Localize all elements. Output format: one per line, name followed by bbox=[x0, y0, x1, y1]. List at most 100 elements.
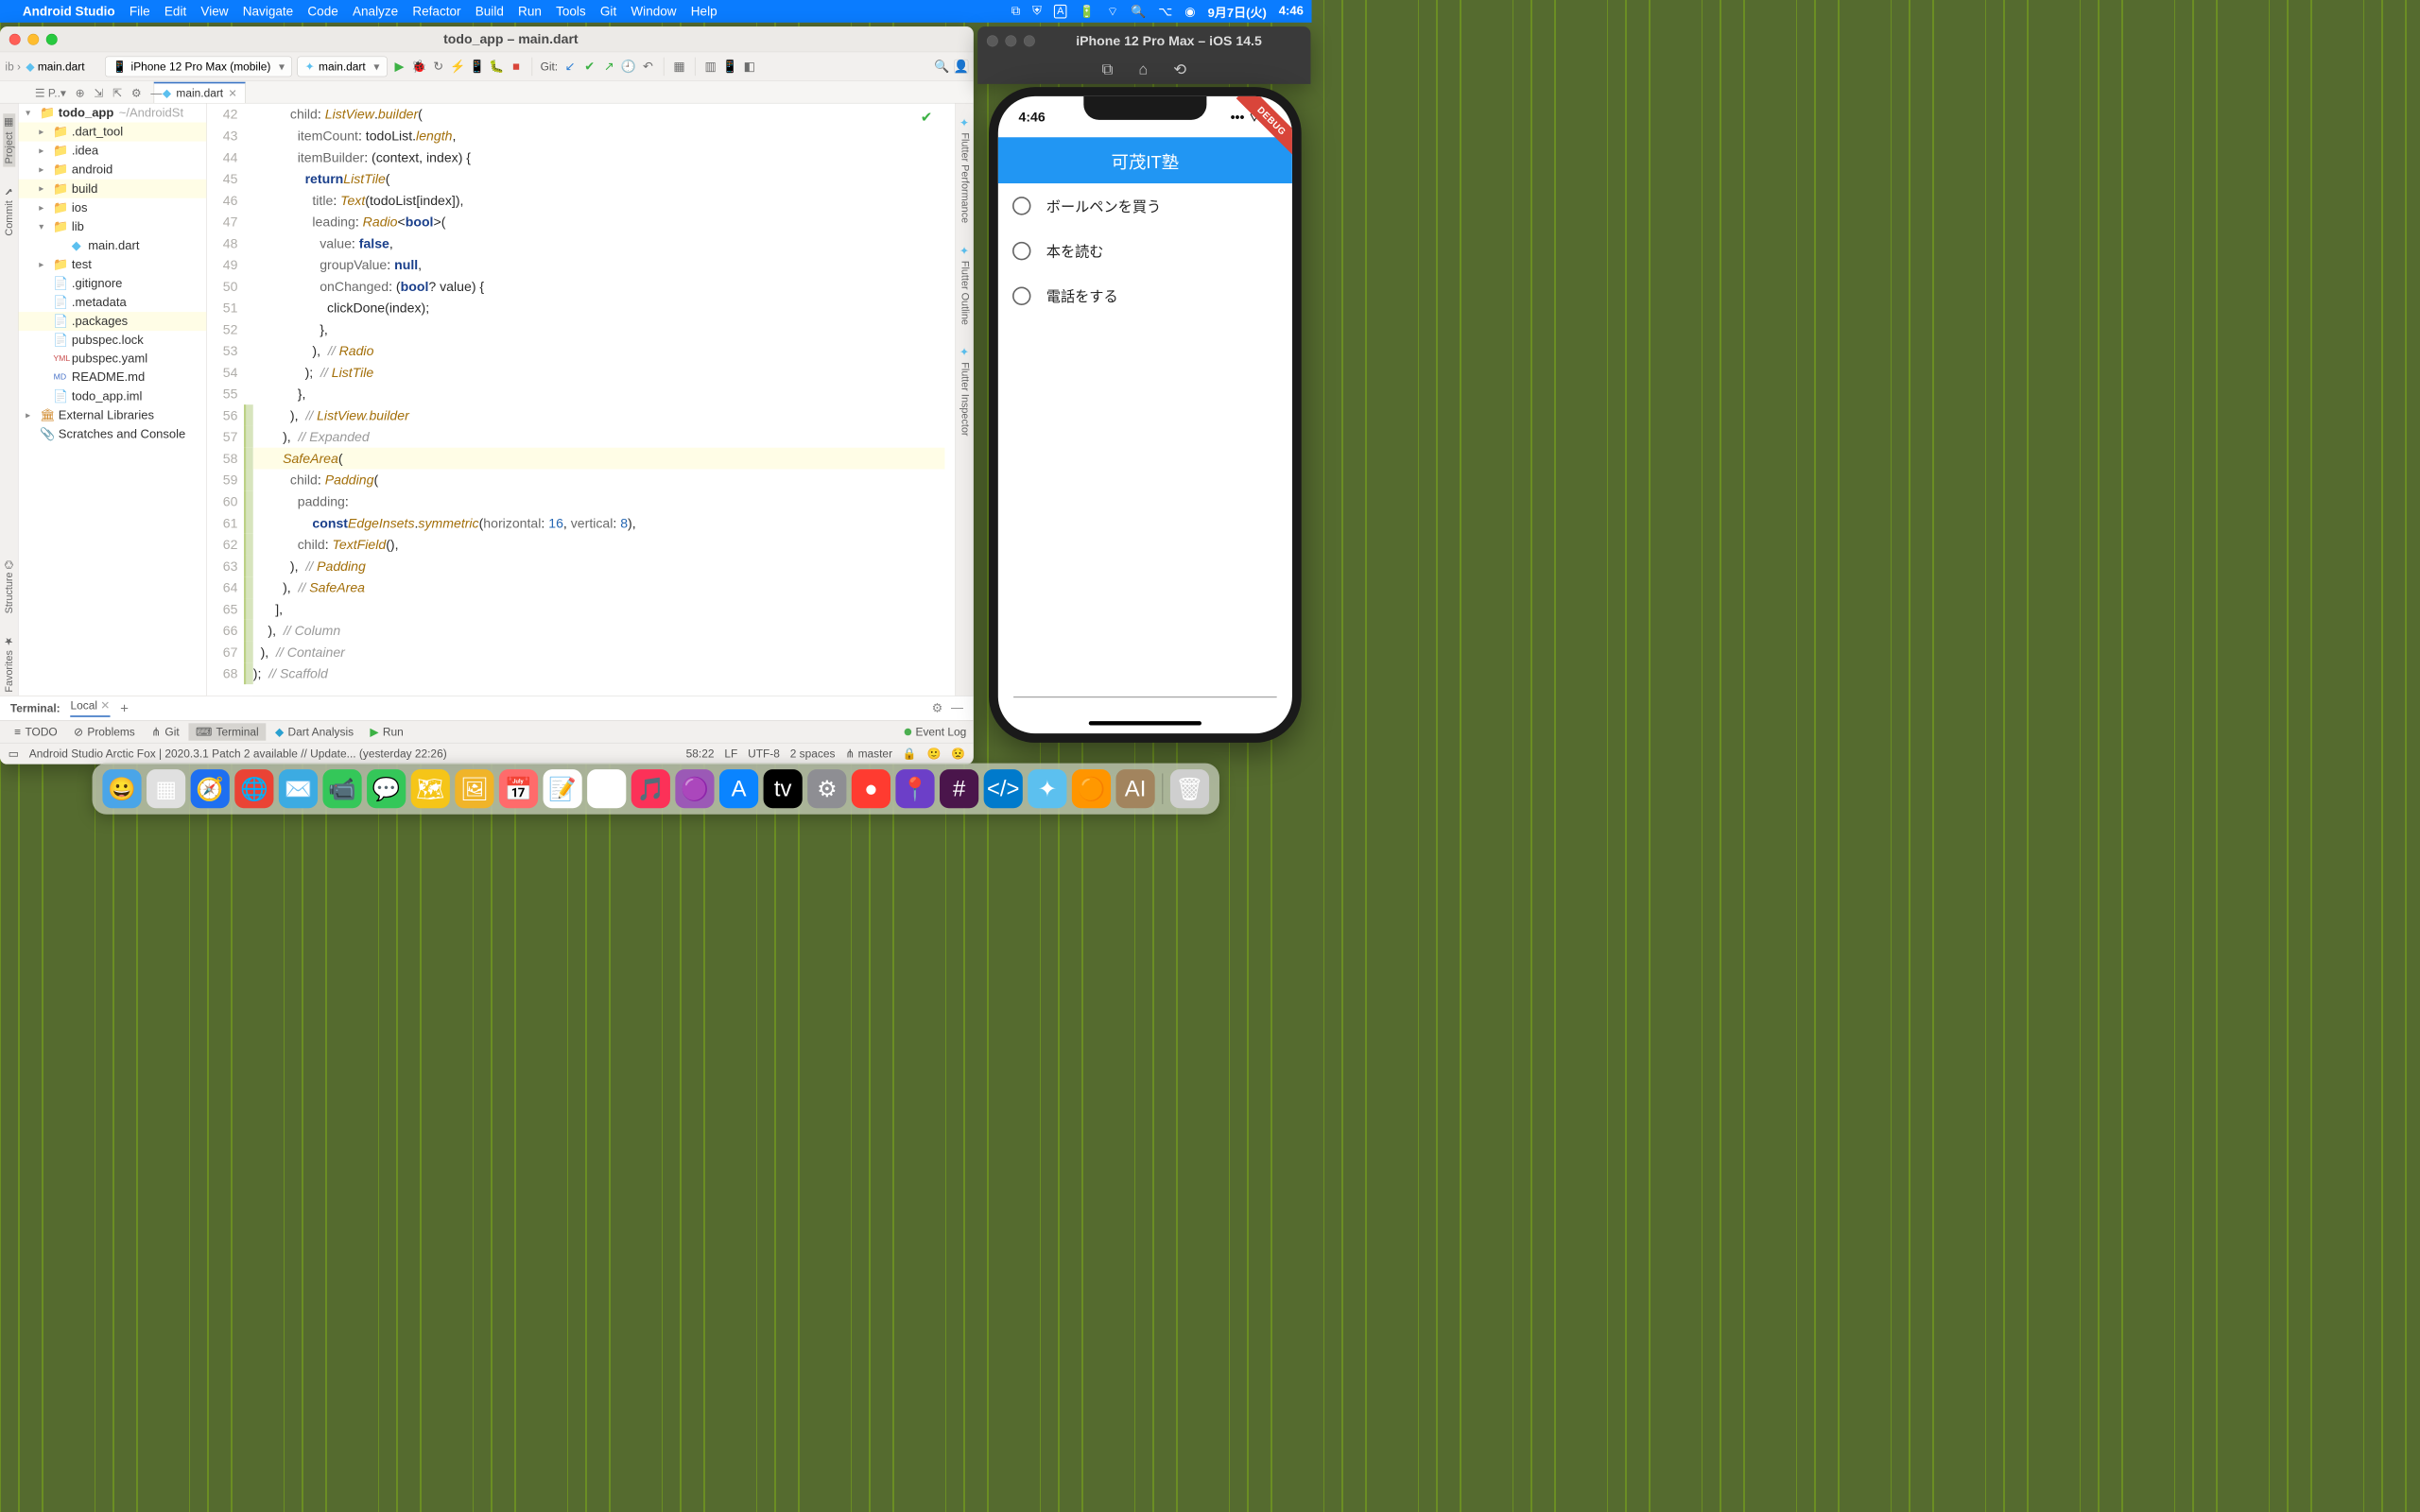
close-tab-icon[interactable]: ✕ bbox=[229, 87, 237, 100]
dock-app-4[interactable]: ✉️ bbox=[279, 769, 318, 808]
dock-app-9[interactable]: 📅 bbox=[499, 769, 538, 808]
dock-app-10[interactable]: 📝 bbox=[544, 769, 582, 808]
dock-app-8[interactable]: 🖼 bbox=[455, 769, 493, 808]
sim-minimize-button[interactable] bbox=[1005, 35, 1016, 46]
menu-view[interactable]: View bbox=[200, 4, 228, 19]
git-push-button[interactable]: ↗ bbox=[602, 60, 616, 74]
lock-icon[interactable]: 🔒 bbox=[903, 747, 917, 761]
shield-icon[interactable]: ⛨ bbox=[1032, 4, 1042, 18]
hot-reload-button[interactable]: ⚡ bbox=[451, 60, 465, 74]
emoji-happy-icon[interactable]: 🙂 bbox=[927, 747, 942, 761]
dock-app-5[interactable]: 📹 bbox=[322, 769, 361, 808]
project-tree[interactable]: ▾📁 todo_app ~/AndroidSt ▸📁.dart_tool▸📁.i… bbox=[19, 103, 207, 696]
file-encoding[interactable]: UTF-8 bbox=[748, 747, 780, 761]
dock-app-7[interactable]: 🗺 bbox=[411, 769, 450, 808]
tree-node--idea[interactable]: ▸📁.idea bbox=[19, 142, 207, 161]
tree-node--packages[interactable]: 📄.packages bbox=[19, 312, 207, 331]
tool-flutter-outline[interactable]: ✦Flutter Outline bbox=[958, 242, 971, 328]
git-branch[interactable]: ⋔ master bbox=[845, 747, 892, 761]
analysis-ok-icon[interactable]: ✔ bbox=[921, 107, 933, 129]
avd-manager-button[interactable]: ▦ bbox=[672, 60, 686, 74]
breadcrumb-file[interactable]: ◆ main.dart bbox=[26, 60, 84, 73]
simulator-screen[interactable]: DEBUG 4:46 ••• ⌔ ▮ 可茂IT塾 ボールペンを買う 本を読む 電… bbox=[998, 96, 1292, 733]
coverage-button[interactable]: ↻ bbox=[431, 60, 445, 74]
dock-app-15[interactable]: tv bbox=[764, 769, 803, 808]
dock-app-17[interactable]: ● bbox=[852, 769, 890, 808]
radio-icon[interactable] bbox=[1012, 197, 1031, 215]
tab-problems[interactable]: ⊘Problems bbox=[66, 723, 142, 740]
profiler-button[interactable]: 🐛 bbox=[490, 60, 504, 74]
window-zoom-button[interactable] bbox=[46, 34, 58, 45]
window-close-button[interactable] bbox=[9, 34, 21, 45]
git-commit-button[interactable]: ✔ bbox=[582, 60, 596, 74]
tool-project[interactable]: Project ▦ bbox=[3, 113, 15, 166]
tree-node-main-dart[interactable]: ◆main.dart bbox=[19, 236, 207, 255]
dock-app-14[interactable]: A bbox=[719, 769, 758, 808]
collapse-all-icon[interactable]: ⇱ bbox=[112, 87, 122, 100]
menubar-app-name[interactable]: Android Studio bbox=[23, 4, 115, 19]
tree-node-test[interactable]: ▸📁test bbox=[19, 255, 207, 274]
dock-app-6[interactable]: 💬 bbox=[367, 769, 406, 808]
sim-zoom-button[interactable] bbox=[1024, 35, 1035, 46]
dropbox-icon[interactable]: ⧉ bbox=[1011, 4, 1020, 18]
layout-inspector-button[interactable]: ◧ bbox=[742, 60, 756, 74]
settings-icon[interactable]: ⚙ bbox=[131, 87, 142, 100]
control-center-icon[interactable]: ⌥ bbox=[1158, 4, 1172, 19]
menu-navigate[interactable]: Navigate bbox=[243, 4, 293, 19]
hide-icon[interactable]: — bbox=[150, 87, 162, 100]
terminal-hide-icon[interactable]: — bbox=[951, 700, 963, 715]
sdk-manager-button[interactable]: ▥ bbox=[703, 60, 717, 74]
dock-app-0[interactable]: 😀 bbox=[102, 769, 141, 808]
home-indicator[interactable] bbox=[1089, 721, 1201, 725]
tree-node-android[interactable]: ▸📁android bbox=[19, 161, 207, 180]
code-content[interactable]: child: ListView.builder( itemCount: todo… bbox=[253, 103, 956, 696]
menu-git[interactable]: Git bbox=[600, 4, 616, 19]
tab-git[interactable]: ⋔Git bbox=[144, 723, 186, 740]
terminal-settings-icon[interactable]: ⚙ bbox=[932, 700, 943, 715]
terminal-tab-local[interactable]: Local ✕ bbox=[70, 699, 110, 717]
dock-app-16[interactable]: ⚙ bbox=[807, 769, 846, 808]
tab-terminal[interactable]: ⌨Terminal bbox=[188, 723, 266, 740]
dock-app-22[interactable]: 🟠 bbox=[1072, 769, 1111, 808]
tool-favorites[interactable]: Favorites ★ bbox=[3, 632, 15, 696]
tab-run[interactable]: ▶Run bbox=[363, 723, 411, 740]
tool-flutter-inspector[interactable]: ✦Flutter Inspector bbox=[958, 343, 971, 439]
menu-build[interactable]: Build bbox=[475, 4, 504, 19]
emoji-sad-icon[interactable]: 😟 bbox=[951, 747, 965, 761]
menu-code[interactable]: Code bbox=[307, 4, 337, 19]
dock-app-21[interactable]: ✦ bbox=[1028, 769, 1066, 808]
dock-app-11[interactable]: 🗒 bbox=[587, 769, 626, 808]
search-everywhere-button[interactable]: 🔍 bbox=[935, 60, 949, 74]
run-config-selector[interactable]: ✦ main.dart bbox=[298, 56, 388, 77]
dock-app-24[interactable]: 🗑 bbox=[1170, 769, 1209, 808]
list-item[interactable]: 本を読む bbox=[998, 229, 1292, 274]
account-button[interactable]: 👤 bbox=[954, 60, 968, 74]
menu-refactor[interactable]: Refactor bbox=[412, 4, 460, 19]
terminal-new-tab[interactable]: + bbox=[120, 700, 129, 716]
tab-event-log[interactable]: Event Log bbox=[916, 725, 967, 738]
radio-icon[interactable] bbox=[1012, 242, 1031, 261]
sim-screenshot-icon[interactable]: ⧉ bbox=[1102, 60, 1114, 77]
menu-tools[interactable]: Tools bbox=[556, 4, 586, 19]
menubar-time[interactable]: 4:46 bbox=[1279, 4, 1304, 18]
tree-external-libraries[interactable]: ▸🏛 External Libraries bbox=[19, 405, 207, 424]
todo-list[interactable]: ボールペンを買う 本を読む 電話をする bbox=[998, 183, 1292, 318]
tree-node-lib[interactable]: ▾📁lib bbox=[19, 217, 207, 236]
breadcrumb-root[interactable]: ib › bbox=[5, 60, 21, 73]
dock-app-13[interactable]: 🟣 bbox=[675, 769, 714, 808]
project-view-selector[interactable]: ☰ P..▾ bbox=[35, 87, 66, 100]
status-message[interactable]: Android Studio Arctic Fox | 2020.3.1 Pat… bbox=[29, 747, 447, 761]
sim-rotate-icon[interactable]: ⟲ bbox=[1173, 60, 1186, 78]
list-item[interactable]: ボールペンを買う bbox=[998, 183, 1292, 229]
stop-button[interactable]: ■ bbox=[510, 60, 524, 74]
git-pull-button[interactable]: ↙ bbox=[563, 60, 578, 74]
debug-button[interactable]: 🐞 bbox=[412, 60, 426, 74]
menu-window[interactable]: Window bbox=[631, 4, 676, 19]
input-source-icon[interactable]: A bbox=[1054, 5, 1067, 19]
menu-edit[interactable]: Edit bbox=[164, 4, 186, 19]
window-minimize-button[interactable] bbox=[27, 34, 39, 45]
sim-home-icon[interactable]: ⌂ bbox=[1138, 60, 1148, 77]
menu-help[interactable]: Help bbox=[691, 4, 717, 19]
tab-todo[interactable]: ≡TODO bbox=[8, 723, 65, 740]
dock-app-12[interactable]: 🎵 bbox=[631, 769, 670, 808]
